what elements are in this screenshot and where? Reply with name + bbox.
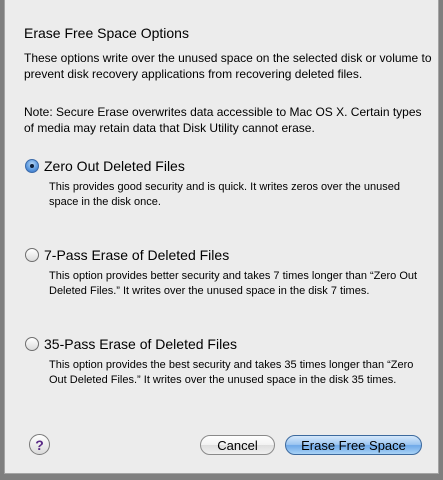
radio-button[interactable]: [25, 337, 39, 351]
radio-label-7-pass: 7-Pass Erase of Deleted Files: [44, 247, 230, 263]
dialog-title: Erase Free Space Options: [24, 25, 189, 41]
radio-dot-icon: [30, 164, 34, 168]
erase-options-dialog: Erase Free Space Options These options w…: [4, 0, 439, 474]
description-35-pass: This option provides the best security a…: [49, 359, 414, 386]
radio-label-35-pass: 35-Pass Erase of Deleted Files: [44, 336, 237, 352]
radio-label-zero-out: Zero Out Deleted Files: [44, 158, 185, 174]
help-icon[interactable]: ?: [29, 434, 50, 455]
erase-free-space-button[interactable]: Erase Free Space: [285, 435, 422, 455]
description-7-pass: This option provides better security and…: [49, 270, 418, 297]
radio-35-pass[interactable]: 35-Pass Erase of Deleted Files: [25, 335, 237, 353]
radio-button-selected[interactable]: [25, 159, 39, 173]
description-zero-out: This provides good security and is quick…: [49, 181, 400, 208]
radio-button[interactable]: [25, 248, 39, 262]
help-glyph: ?: [35, 436, 44, 453]
note-text: Note: Secure Erase overwrites data acces…: [24, 105, 422, 135]
intro-text: These options write over the unused spac…: [24, 51, 432, 81]
radio-7-pass[interactable]: 7-Pass Erase of Deleted Files: [25, 246, 229, 264]
cancel-button[interactable]: Cancel: [200, 435, 275, 455]
radio-zero-out[interactable]: Zero Out Deleted Files: [25, 157, 185, 175]
